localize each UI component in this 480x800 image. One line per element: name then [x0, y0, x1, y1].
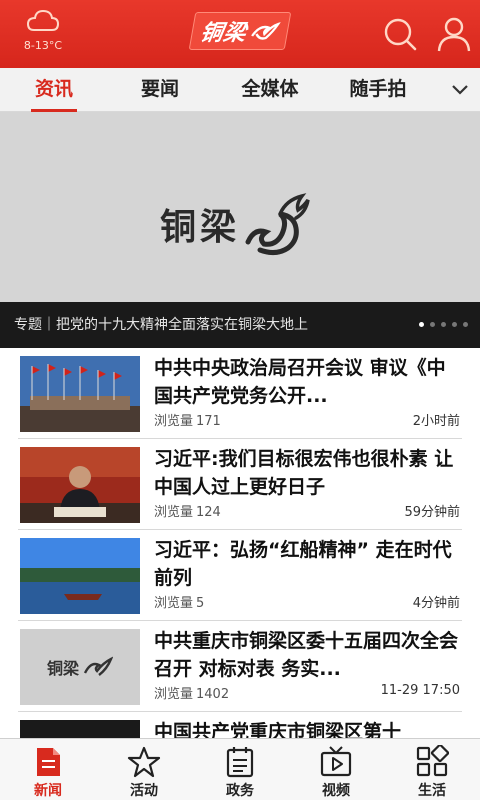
news-item[interactable]: 中共中央政治局召开会议 审议《中国共产党党务公开... 浏览量 171 2小时前	[18, 348, 462, 439]
banner-caption-text: 专题｜把党的十九大精神全面落实在铜梁大地上	[14, 317, 308, 333]
app-header: 8-13°C 铜梁	[0, 0, 480, 68]
tab-headlines[interactable]: 要闻	[128, 68, 192, 112]
news-title: 中国共产党重庆市铜梁区第十	[154, 721, 402, 738]
publish-time: 2小时前	[412, 414, 460, 429]
tab-all-media[interactable]: 全媒体	[228, 68, 312, 112]
thumbnail-logo-text: 铜梁	[46, 659, 79, 678]
nav-activities[interactable]: 活动	[96, 739, 192, 800]
carousel-indicator	[419, 322, 468, 327]
nav-label: 新闻	[34, 783, 62, 799]
publish-time: 59分钟前	[404, 505, 460, 520]
carousel-dot	[463, 322, 468, 327]
tv-icon	[320, 746, 352, 777]
news-item[interactable]: 习近平：弘扬“红船精神” 走在时代前列 浏览量 5 4分钟前	[18, 530, 462, 621]
publish-time: 4分钟前	[412, 596, 460, 611]
weather-widget[interactable]: 8-13°C	[18, 6, 68, 62]
carousel-dot	[452, 322, 457, 327]
banner-caption[interactable]: 专题｜把党的十九大精神全面落实在铜梁大地上	[0, 302, 480, 348]
news-thumbnail	[20, 538, 140, 614]
chevron-down-icon[interactable]	[448, 80, 472, 100]
view-count: 浏览量 5	[154, 596, 205, 611]
bottom-navigation: 新闻 活动 政务 视频 生活	[0, 738, 480, 800]
view-count: 浏览量 1402	[154, 687, 230, 702]
news-thumbnail	[20, 356, 140, 432]
nav-label: 生活	[418, 783, 446, 799]
logo-text: 铜梁	[198, 21, 249, 46]
carousel-dot	[419, 322, 424, 327]
news-title: 中共中央政治局召开会议 审议《中国共产党党务公开...	[154, 357, 446, 407]
carousel-dot	[441, 322, 446, 327]
dragon-icon	[83, 656, 113, 676]
tab-news[interactable]: 资讯	[22, 68, 86, 112]
news-title: 中共重庆市铜梁区委十五届四次全会召开 对标对表 务实...	[154, 630, 459, 680]
news-thumbnail: 铜梁	[20, 629, 140, 705]
star-icon	[127, 746, 161, 778]
news-list: 中共中央政治局召开会议 审议《中国共产党党务公开... 浏览量 171 2小时前 …	[0, 348, 480, 738]
banner-carousel[interactable]: 铜梁 专题｜把党的十九大精神全面落实在铜梁大地上	[0, 112, 480, 348]
category-tabs: 资讯 要闻 全媒体 随手拍	[0, 68, 480, 112]
view-count: 浏览量 124	[154, 505, 221, 520]
user-icon[interactable]	[434, 14, 474, 54]
news-title: 习近平:我们目标很宏伟也很朴素 让中国人过上更好日子	[154, 448, 454, 498]
nav-government[interactable]: 政务	[192, 739, 288, 800]
search-icon[interactable]	[380, 14, 420, 54]
nav-label: 视频	[322, 783, 350, 799]
banner-logo-text: 铜梁	[160, 207, 241, 248]
grid-icon	[416, 745, 449, 777]
document-icon	[226, 747, 254, 778]
view-count: 浏览量 171	[154, 414, 221, 429]
news-thumbnail	[20, 447, 140, 523]
news-item[interactable]: 习近平:我们目标很宏伟也很朴素 让中国人过上更好日子 浏览量 124 59分钟前	[18, 439, 462, 530]
dragon-icon	[245, 193, 310, 256]
news-title: 习近平：弘扬“红船精神” 走在时代前列	[154, 539, 452, 589]
news-item[interactable]: 铜梁 中共重庆市铜梁区委十五届四次全会召开 对标对表 务实... 浏览量 1402…	[18, 621, 462, 712]
weather-temperature: 8-13°C	[23, 39, 63, 52]
tab-snapshot[interactable]: 随手拍	[336, 68, 420, 112]
dragon-icon	[251, 21, 281, 40]
carousel-dot	[430, 322, 435, 327]
nav-life[interactable]: 生活	[384, 739, 480, 800]
nav-label: 政务	[226, 783, 254, 799]
banner-logo: 铜梁	[160, 188, 312, 260]
nav-video[interactable]: 视频	[288, 739, 384, 800]
news-icon	[37, 748, 60, 776]
nav-label: 活动	[130, 783, 158, 799]
app-logo: 铜梁	[188, 10, 292, 52]
publish-time: 11-29 17:50	[380, 683, 460, 698]
news-item[interactable]: 中国共产党重庆市铜梁区第十	[18, 712, 462, 738]
news-thumbnail	[20, 720, 140, 738]
cloud-icon	[26, 9, 60, 31]
nav-news[interactable]: 新闻	[0, 739, 96, 800]
